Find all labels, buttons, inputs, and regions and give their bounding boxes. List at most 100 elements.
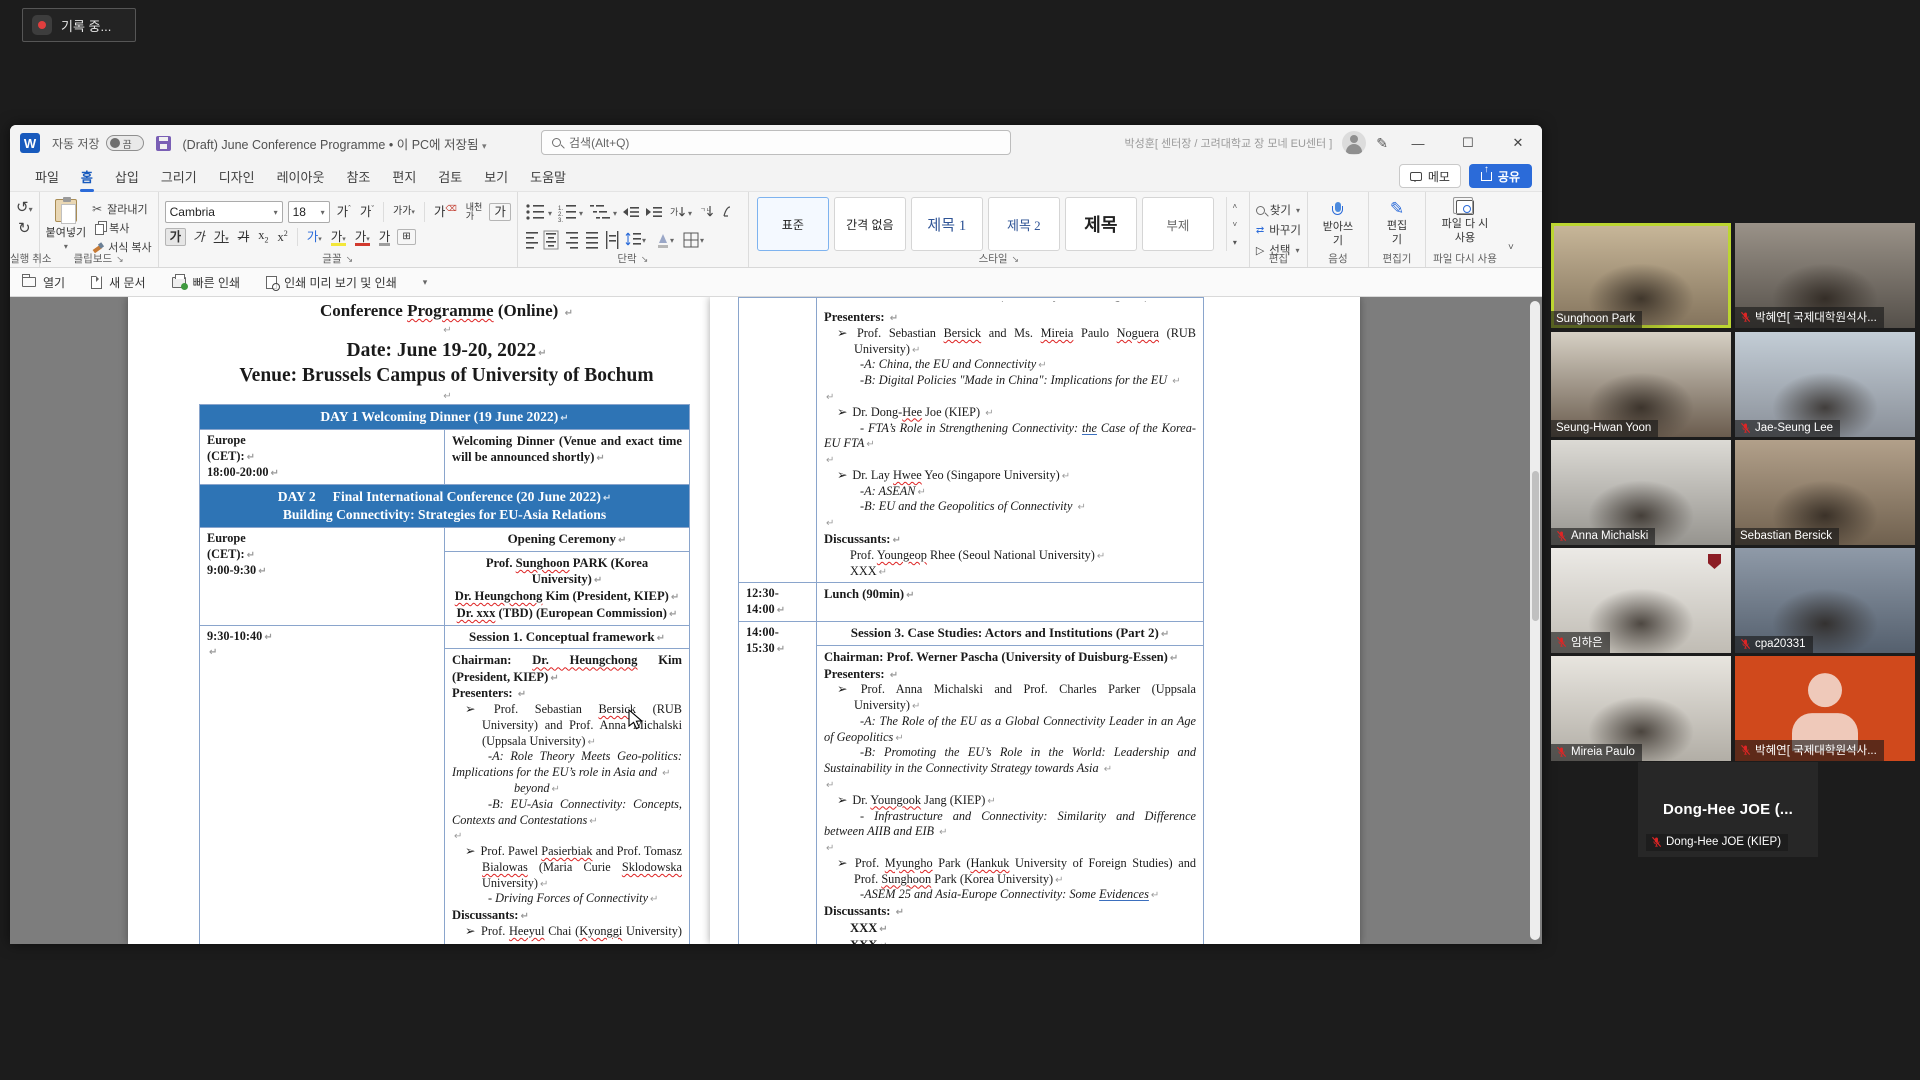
pen-mode-icon[interactable]: ✎ <box>1376 135 1388 152</box>
menu-tab-4[interactable]: 디자인 <box>208 162 266 191</box>
style-gallery-scroll[interactable]: ˄˅▾ <box>1226 197 1243 251</box>
paragraph-mark-icon: ↵ <box>540 879 548 890</box>
qat-item-3[interactable]: 인쇄 미리 보기 및 인쇄 <box>266 274 397 291</box>
qat-item-1[interactable]: 새 문서 <box>91 274 145 291</box>
vertical-scrollbar[interactable] <box>1530 301 1540 940</box>
paragraph-mark-icon: ↵ <box>826 518 834 529</box>
document-title[interactable]: (Draft) June Conference Programme • 이 PC… <box>183 134 487 153</box>
menu-tab-0[interactable]: 파일 <box>24 162 70 191</box>
doc-paragraph: Prof. Sunghoon PARK (Korea University)↵ <box>452 555 682 588</box>
schedule-cell: Chairman: Prof. Werner Pascha (Universit… <box>817 645 1204 944</box>
maximize-button[interactable]: ☐ <box>1448 126 1488 160</box>
comments-button[interactable]: 메모 <box>1399 164 1461 188</box>
participant-tile-dong-hee-joe[interactable]: Dong-Hee JOE (...Dong-Hee JOE (KIEP) <box>1638 762 1818 857</box>
superscript-button[interactable]: x2 <box>275 228 289 246</box>
participant-tile-8[interactable]: Mireia Paulo <box>1551 656 1731 761</box>
avatar[interactable] <box>1342 131 1366 155</box>
menu-tab-2[interactable]: 삽입 <box>104 162 150 191</box>
style-card-3[interactable]: 제목 2 <box>988 197 1060 251</box>
document-page-2[interactable]: Chairwoman: Prof. Julie Gilson (Universi… <box>710 297 1360 944</box>
participant-tile-6[interactable]: 임하은 <box>1551 548 1731 653</box>
shrink-font-icon[interactable]: 가ˇ <box>358 203 376 221</box>
style-card-5[interactable]: 부제 <box>1142 197 1214 251</box>
menu-tab-10[interactable]: 도움말 <box>519 162 577 191</box>
paragraph-icons-row2[interactable]: ▾ ▾ ▾ <box>524 229 742 251</box>
document-page-1[interactable]: Conference Programme (Online) ↵↵Date: Ju… <box>128 297 765 944</box>
italic-button[interactable]: 가 <box>191 229 207 246</box>
character-border-icon[interactable]: ⊞ <box>397 229 415 245</box>
highlight-color-button[interactable]: 가▾ <box>329 229 348 246</box>
autosave-toggle[interactable]: 끔 <box>106 135 144 151</box>
qat-item-0[interactable]: 열기 <box>22 274 65 291</box>
phonetic-guide-icon[interactable]: 내천가 <box>464 201 485 223</box>
subscript-button[interactable]: x2 <box>256 227 270 247</box>
font-name-select[interactable]: Cambria▾ <box>165 201 283 223</box>
change-case-icon[interactable]: 가가▾ <box>391 205 417 219</box>
doc-paragraph: 14:00-15:30↵ <box>746 625 809 657</box>
paragraph-mark-icon: ↵ <box>826 392 834 403</box>
menu-tab-5[interactable]: 레이아웃 <box>266 162 336 191</box>
scrollbar-thumb[interactable] <box>1532 471 1539 621</box>
share-button[interactable]: 공유 <box>1469 164 1532 188</box>
strikethrough-button[interactable]: 가 <box>236 229 252 246</box>
qat-overflow-icon[interactable]: ▾ <box>423 277 428 288</box>
style-card-0[interactable]: 표준 <box>757 197 829 251</box>
underline-button[interactable]: 가▾ <box>212 229 231 246</box>
shading-button[interactable]: 가 <box>377 229 393 246</box>
menu-tab-8[interactable]: 검토 <box>427 162 473 191</box>
undo-icon[interactable]: ↺▾ <box>16 200 33 215</box>
account-name[interactable]: 박성훈[ 센터장 / 고려대학교 장 모네 EU센터 ] <box>1125 135 1333 151</box>
menu-tab-3[interactable]: 그리기 <box>150 162 208 191</box>
menu-tab-7[interactable]: 편지 <box>381 162 427 191</box>
search-input[interactable]: 검색(Alt+Q) <box>541 130 1011 155</box>
muted-mic-icon <box>1556 746 1567 758</box>
style-card-2[interactable]: 제목 1 <box>911 197 983 251</box>
dictate-button[interactable]: 받아쓰기 <box>1314 197 1362 251</box>
reuse-files-button[interactable]: 파일 다 시 사용 <box>1432 197 1498 251</box>
redo-icon[interactable]: ↻ <box>18 221 31 236</box>
bold-button[interactable]: 가 <box>165 228 187 247</box>
save-icon[interactable] <box>156 136 171 151</box>
ribbon-group-editing: 찾기▾ ⇄바꾸기 ▷선택▾ 편집 <box>1250 192 1308 267</box>
font-size-select[interactable]: 18▾ <box>288 201 330 223</box>
qat-item-2[interactable]: 빠른 인쇄 <box>172 274 241 291</box>
copy-icon <box>95 224 104 235</box>
text-effects-icon[interactable]: 가▾ <box>305 229 324 246</box>
paragraph-mark-icon: ↵ <box>454 831 462 842</box>
participant-tile-1[interactable]: 박혜연[ 국제대학원석사... <box>1735 223 1915 328</box>
quick-print-icon <box>172 277 186 288</box>
replace-button[interactable]: ⇄바꾸기 <box>1256 222 1301 238</box>
participant-tile-7[interactable]: cpa20331 <box>1735 548 1915 653</box>
cut-button[interactable]: ✂잘라내기 <box>92 201 152 217</box>
style-card-1[interactable]: 간격 없음 <box>834 197 906 251</box>
close-button[interactable]: ✕ <box>1498 126 1538 160</box>
autosave-control[interactable]: 자동 저장 끔 <box>52 135 144 152</box>
enclose-character-icon[interactable]: 가 <box>489 203 511 222</box>
minimize-button[interactable]: — <box>1398 126 1438 160</box>
participant-tile-9[interactable]: 박혜연[ 국제대학원석사... <box>1735 656 1915 761</box>
copy-button[interactable]: 복사 <box>92 220 152 236</box>
editor-button[interactable]: ✎ 편집기 <box>1375 197 1419 251</box>
participant-tile-2[interactable]: Seung-Hwan Yoon <box>1551 332 1731 437</box>
menu-tab-6[interactable]: 참조 <box>335 162 381 191</box>
paragraph-icons-row1[interactable]: ▾ 1.2.3. ▾ ▾ 가 ▾ ㄱㄴ <box>524 202 742 224</box>
collapse-ribbon-icon[interactable]: ˅ <box>1504 192 1522 267</box>
grow-font-icon[interactable]: 가ˆ <box>335 203 353 221</box>
font-color-button[interactable]: 가▾ <box>353 229 372 246</box>
find-button[interactable]: 찾기▾ <box>1256 202 1301 218</box>
doc-paragraph: ↵ <box>824 452 1196 468</box>
clear-formatting-icon[interactable]: 가⌫ <box>432 203 459 221</box>
doc-paragraph: Session 3. Case Studies: Actors and Inst… <box>824 625 1196 642</box>
avatar-silhouette-icon <box>1782 673 1868 751</box>
paste-button[interactable]: 붙여넣기 ▾ <box>46 197 86 251</box>
participant-tile-4[interactable]: Anna Michalski <box>1551 440 1731 545</box>
menu-tab-1[interactable]: 홈 <box>70 162 104 191</box>
doc-paragraph: Building Connectivity: Strategies for EU… <box>207 506 682 524</box>
menu-tab-9[interactable]: 보기 <box>473 162 519 191</box>
doc-paragraph: Welcoming Dinner (Venue and exact time w… <box>452 433 682 466</box>
style-card-4[interactable]: 제목 <box>1065 197 1137 251</box>
participant-tile-0[interactable]: Sunghoon Park <box>1551 223 1731 328</box>
participant-tile-3[interactable]: Jae-Seung Lee <box>1735 332 1915 437</box>
doc-paragraph: Discussants:↵ <box>824 531 1196 548</box>
participant-tile-5[interactable]: Sebastian Bersick <box>1735 440 1915 545</box>
